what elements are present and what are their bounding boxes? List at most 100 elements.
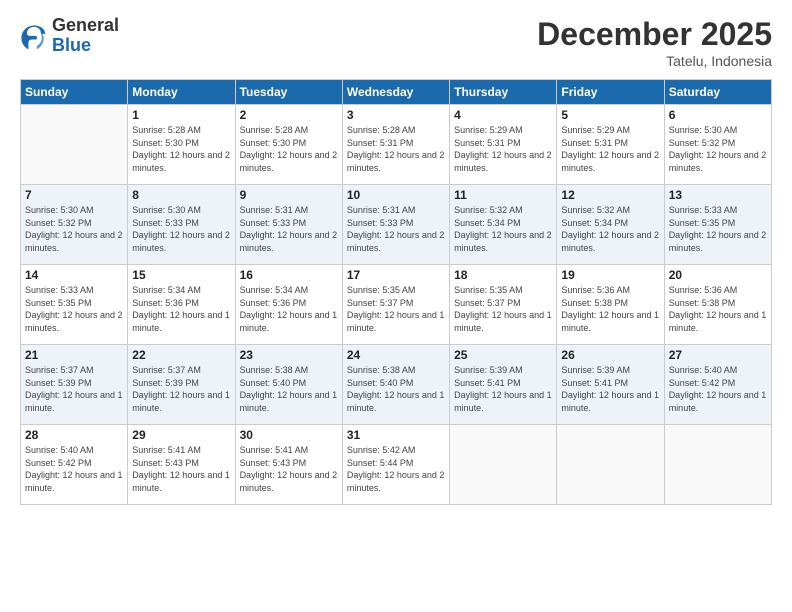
table-row: 14Sunrise: 5:33 AM Sunset: 5:35 PM Dayli… bbox=[21, 265, 128, 345]
day-number: 24 bbox=[347, 348, 445, 362]
day-info: Sunrise: 5:41 AM Sunset: 5:43 PM Dayligh… bbox=[240, 444, 338, 494]
table-row: 23 Sunrise: 5:38 AM Sunset: 5:40 PM Dayli… bbox=[235, 345, 342, 425]
day-info: Sunrise: 5:39 AM Sunset: 5:41 PM Dayligh… bbox=[561, 364, 659, 414]
table-row: 5 Sunrise: 5:29 AM Sunset: 5:31 PM Daylig… bbox=[557, 105, 664, 185]
day-number: 14 bbox=[25, 268, 123, 282]
calendar-week-row: 14Sunrise: 5:33 AM Sunset: 5:35 PM Dayli… bbox=[21, 265, 772, 345]
table-row: 9Sunrise: 5:31 AM Sunset: 5:33 PM Daylig… bbox=[235, 185, 342, 265]
day-number: 28 bbox=[25, 428, 123, 442]
table-row: 18Sunrise: 5:35 AM Sunset: 5:37 PM Dayli… bbox=[450, 265, 557, 345]
col-saturday: Saturday bbox=[664, 80, 771, 105]
table-row bbox=[557, 425, 664, 505]
table-row bbox=[21, 105, 128, 185]
table-row: 30 Sunrise: 5:41 AM Sunset: 5:43 PM Dayli… bbox=[235, 425, 342, 505]
location-subtitle: Tatelu, Indonesia bbox=[537, 53, 772, 69]
day-info: Sunrise: 5:28 AM Sunset: 5:30 PM Dayligh… bbox=[240, 124, 338, 174]
day-info: Sunrise: 5:35 AM Sunset: 5:37 PM Dayligh… bbox=[454, 284, 552, 334]
day-number: 29 bbox=[132, 428, 230, 442]
logo-icon bbox=[20, 22, 48, 50]
col-monday: Monday bbox=[128, 80, 235, 105]
col-thursday: Thursday bbox=[450, 80, 557, 105]
title-block: December 2025 Tatelu, Indonesia bbox=[537, 16, 772, 69]
col-wednesday: Wednesday bbox=[342, 80, 449, 105]
table-row: 20Sunrise: 5:36 AM Sunset: 5:38 PM Dayli… bbox=[664, 265, 771, 345]
day-number: 23 bbox=[240, 348, 338, 362]
day-number: 17 bbox=[347, 268, 445, 282]
day-number: 7 bbox=[25, 188, 123, 202]
day-info: Sunrise: 5:29 AM Sunset: 5:31 PM Dayligh… bbox=[454, 124, 552, 174]
table-row: 21 Sunrise: 5:37 AM Sunset: 5:39 PM Dayli… bbox=[21, 345, 128, 425]
logo-blue-text: Blue bbox=[52, 36, 119, 56]
day-info: Sunrise: 5:32 AM Sunset: 5:34 PM Dayligh… bbox=[561, 204, 659, 254]
table-row: 2 Sunrise: 5:28 AM Sunset: 5:30 PM Daylig… bbox=[235, 105, 342, 185]
day-number: 8 bbox=[132, 188, 230, 202]
day-info: Sunrise: 5:41 AM Sunset: 5:43 PM Dayligh… bbox=[132, 444, 230, 494]
table-row: 6 Sunrise: 5:30 AM Sunset: 5:32 PM Daylig… bbox=[664, 105, 771, 185]
day-number: 3 bbox=[347, 108, 445, 122]
day-info: Sunrise: 5:37 AM Sunset: 5:39 PM Dayligh… bbox=[25, 364, 123, 414]
day-info: Sunrise: 5:28 AM Sunset: 5:31 PM Dayligh… bbox=[347, 124, 445, 174]
month-title: December 2025 bbox=[537, 16, 772, 53]
day-info: Sunrise: 5:28 AM Sunset: 5:30 PM Dayligh… bbox=[132, 124, 230, 174]
day-info: Sunrise: 5:30 AM Sunset: 5:32 PM Dayligh… bbox=[25, 204, 123, 254]
day-number: 22 bbox=[132, 348, 230, 362]
calendar-header-row: Sunday Monday Tuesday Wednesday Thursday… bbox=[21, 80, 772, 105]
calendar-week-row: 21 Sunrise: 5:37 AM Sunset: 5:39 PM Dayli… bbox=[21, 345, 772, 425]
day-info: Sunrise: 5:34 AM Sunset: 5:36 PM Dayligh… bbox=[240, 284, 338, 334]
table-row: 19Sunrise: 5:36 AM Sunset: 5:38 PM Dayli… bbox=[557, 265, 664, 345]
header: General Blue December 2025 Tatelu, Indon… bbox=[20, 16, 772, 69]
logo-general-text: General bbox=[52, 16, 119, 36]
day-number: 10 bbox=[347, 188, 445, 202]
calendar-table: Sunday Monday Tuesday Wednesday Thursday… bbox=[20, 79, 772, 505]
day-info: Sunrise: 5:37 AM Sunset: 5:39 PM Dayligh… bbox=[132, 364, 230, 414]
day-info: Sunrise: 5:42 AM Sunset: 5:44 PM Dayligh… bbox=[347, 444, 445, 494]
calendar-week-row: 28 Sunrise: 5:40 AM Sunset: 5:42 PM Dayli… bbox=[21, 425, 772, 505]
day-number: 26 bbox=[561, 348, 659, 362]
table-row: 12 Sunrise: 5:32 AM Sunset: 5:34 PM Dayli… bbox=[557, 185, 664, 265]
day-info: Sunrise: 5:34 AM Sunset: 5:36 PM Dayligh… bbox=[132, 284, 230, 334]
col-friday: Friday bbox=[557, 80, 664, 105]
table-row: 3 Sunrise: 5:28 AM Sunset: 5:31 PM Daylig… bbox=[342, 105, 449, 185]
table-row: 26 Sunrise: 5:39 AM Sunset: 5:41 PM Dayli… bbox=[557, 345, 664, 425]
day-info: Sunrise: 5:29 AM Sunset: 5:31 PM Dayligh… bbox=[561, 124, 659, 174]
day-number: 25 bbox=[454, 348, 552, 362]
table-row: 25 Sunrise: 5:39 AM Sunset: 5:41 PM Dayli… bbox=[450, 345, 557, 425]
day-info: Sunrise: 5:38 AM Sunset: 5:40 PM Dayligh… bbox=[240, 364, 338, 414]
table-row: 8 Sunrise: 5:30 AM Sunset: 5:33 PM Daylig… bbox=[128, 185, 235, 265]
day-number: 5 bbox=[561, 108, 659, 122]
day-info: Sunrise: 5:40 AM Sunset: 5:42 PM Dayligh… bbox=[25, 444, 123, 494]
page: General Blue December 2025 Tatelu, Indon… bbox=[0, 0, 792, 612]
table-row bbox=[450, 425, 557, 505]
table-row: 10Sunrise: 5:31 AM Sunset: 5:33 PM Dayli… bbox=[342, 185, 449, 265]
table-row: 22 Sunrise: 5:37 AM Sunset: 5:39 PM Dayli… bbox=[128, 345, 235, 425]
table-row: 7 Sunrise: 5:30 AM Sunset: 5:32 PM Daylig… bbox=[21, 185, 128, 265]
day-number: 4 bbox=[454, 108, 552, 122]
day-info: Sunrise: 5:32 AM Sunset: 5:34 PM Dayligh… bbox=[454, 204, 552, 254]
calendar-week-row: 1Sunrise: 5:28 AM Sunset: 5:30 PM Daylig… bbox=[21, 105, 772, 185]
table-row: 31Sunrise: 5:42 AM Sunset: 5:44 PM Dayli… bbox=[342, 425, 449, 505]
col-tuesday: Tuesday bbox=[235, 80, 342, 105]
col-sunday: Sunday bbox=[21, 80, 128, 105]
day-info: Sunrise: 5:35 AM Sunset: 5:37 PM Dayligh… bbox=[347, 284, 445, 334]
logo-text: General Blue bbox=[52, 16, 119, 56]
day-number: 13 bbox=[669, 188, 767, 202]
day-number: 12 bbox=[561, 188, 659, 202]
day-info: Sunrise: 5:40 AM Sunset: 5:42 PM Dayligh… bbox=[669, 364, 767, 414]
day-number: 20 bbox=[669, 268, 767, 282]
table-row: 29 Sunrise: 5:41 AM Sunset: 5:43 PM Dayli… bbox=[128, 425, 235, 505]
day-number: 6 bbox=[669, 108, 767, 122]
day-number: 21 bbox=[25, 348, 123, 362]
day-info: Sunrise: 5:39 AM Sunset: 5:41 PM Dayligh… bbox=[454, 364, 552, 414]
table-row: 1Sunrise: 5:28 AM Sunset: 5:30 PM Daylig… bbox=[128, 105, 235, 185]
table-row: 16Sunrise: 5:34 AM Sunset: 5:36 PM Dayli… bbox=[235, 265, 342, 345]
day-info: Sunrise: 5:30 AM Sunset: 5:33 PM Dayligh… bbox=[132, 204, 230, 254]
table-row: 4 Sunrise: 5:29 AM Sunset: 5:31 PM Daylig… bbox=[450, 105, 557, 185]
table-row: 17 Sunrise: 5:35 AM Sunset: 5:37 PM Dayli… bbox=[342, 265, 449, 345]
day-number: 2 bbox=[240, 108, 338, 122]
day-number: 19 bbox=[561, 268, 659, 282]
day-number: 30 bbox=[240, 428, 338, 442]
day-number: 15 bbox=[132, 268, 230, 282]
day-number: 27 bbox=[669, 348, 767, 362]
table-row: 13Sunrise: 5:33 AM Sunset: 5:35 PM Dayli… bbox=[664, 185, 771, 265]
day-info: Sunrise: 5:30 AM Sunset: 5:32 PM Dayligh… bbox=[669, 124, 767, 174]
